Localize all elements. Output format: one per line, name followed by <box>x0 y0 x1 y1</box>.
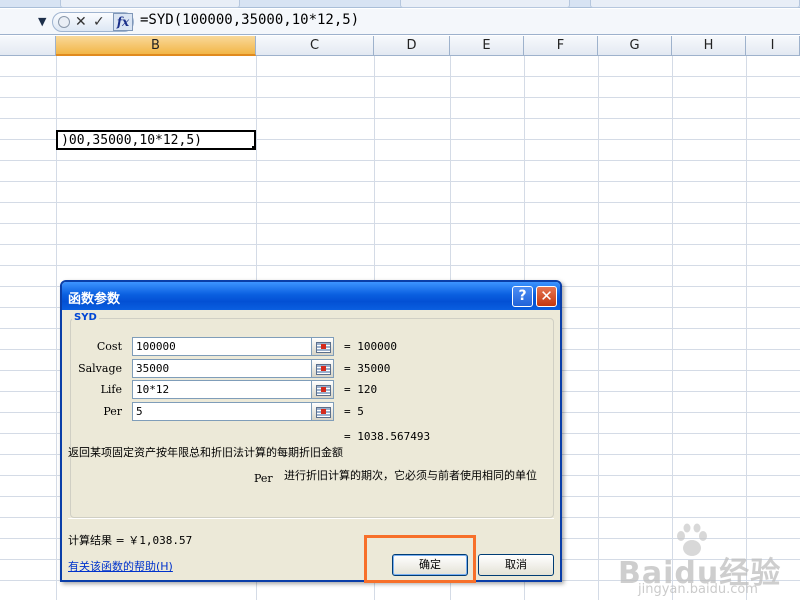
column-header-e[interactable]: E <box>450 36 524 56</box>
collapse-dialog-icon[interactable] <box>312 402 334 421</box>
dialog-title: 函数参数 <box>68 292 121 307</box>
arg-label-cost: Cost <box>96 340 122 353</box>
formula-bar-buttons: ✕ ✓ fx <box>52 12 134 32</box>
function-arguments-dialog: 函数参数 ? ✕ SYD Cost 100000 = 100000 Salvag… <box>60 280 562 582</box>
formula-result-value: = 1038.567493 <box>344 430 431 443</box>
divider <box>68 518 554 519</box>
grid-line <box>598 56 599 600</box>
function-help-link[interactable]: 有关该函数的帮助(H) <box>68 558 173 574</box>
close-icon[interactable]: ✕ <box>536 286 557 307</box>
help-icon[interactable]: ? <box>512 286 533 307</box>
ribbon-group[interactable] <box>60 0 240 8</box>
annotation-highlight-box <box>364 535 476 583</box>
active-cell[interactable]: )00,35000,10*12,5) <box>56 130 256 150</box>
arg-value-per: = 5 <box>344 405 364 418</box>
arg-value-life: = 120 <box>344 383 378 396</box>
column-header-f[interactable]: F <box>524 36 598 56</box>
arg-label-salvage: Salvage <box>78 362 122 375</box>
result-value: ￥1,038.57 <box>128 534 193 547</box>
arg-value-cost: = 100000 <box>344 340 397 353</box>
column-header-i[interactable]: I <box>746 36 800 56</box>
result-label: 计算结果 = <box>68 534 125 547</box>
column-header-h[interactable]: H <box>672 36 746 56</box>
column-header-b[interactable]: B <box>56 36 256 56</box>
cancel-button[interactable]: 取消 <box>478 554 554 576</box>
column-header-a[interactable] <box>0 36 56 56</box>
arg-help-name: Per <box>254 472 273 485</box>
function-name-label: SYD <box>72 312 99 323</box>
function-description: 返回某项固定资产按年限总和折旧法计算的每期折旧金额 <box>68 446 343 459</box>
formula-bar: ▼ ✕ ✓ fx =SYD(100000,35000,10*12,5) <box>0 9 800 35</box>
collapse-dialog-icon[interactable] <box>312 337 334 356</box>
arg-input-life[interactable]: 10*12 <box>132 380 312 399</box>
arg-value-salvage: = 35000 <box>344 362 391 375</box>
ribbon-group[interactable] <box>590 0 800 8</box>
insert-function-icon[interactable]: fx <box>113 13 133 31</box>
arg-label-life: Life <box>100 383 122 396</box>
arg-input-salvage[interactable]: 35000 <box>132 359 312 378</box>
cancel-entry-icon[interactable]: ✕ <box>75 14 87 30</box>
column-header-d[interactable]: D <box>374 36 450 56</box>
active-cell-text: )00,35000,10*12,5) <box>61 133 202 148</box>
grid-line <box>672 56 673 600</box>
calculation-result: 计算结果 = ￥1,038.57 <box>68 532 192 548</box>
watermark: Baidu经验 jingyan.baidu.com <box>610 522 800 600</box>
column-header-g[interactable]: G <box>598 36 672 56</box>
collapse-dialog-icon[interactable] <box>312 380 334 399</box>
dialog-title-bar[interactable]: 函数参数 ? ✕ <box>62 282 560 310</box>
arg-help-text: 进行折旧计算的期次，它必须与前者使用相同的单位 <box>284 469 537 482</box>
enter-entry-icon[interactable]: ✓ <box>93 14 105 30</box>
arg-label-per: Per <box>103 405 122 418</box>
collapse-dialog-icon[interactable] <box>312 359 334 378</box>
name-box-dropdown-icon[interactable]: ▼ <box>38 15 46 28</box>
formula-bar-grip-icon <box>58 16 70 28</box>
ribbon-strip <box>0 0 800 8</box>
ribbon-group[interactable] <box>400 0 570 8</box>
formula-input[interactable]: =SYD(100000,35000,10*12,5) <box>140 12 359 28</box>
watermark-url: jingyan.baidu.com <box>638 582 758 597</box>
column-header-c[interactable]: C <box>256 36 374 56</box>
arg-input-cost[interactable]: 100000 <box>132 337 312 356</box>
fill-handle[interactable] <box>252 146 254 148</box>
grid-line <box>746 56 747 600</box>
arg-input-per[interactable]: 5 <box>132 402 312 421</box>
